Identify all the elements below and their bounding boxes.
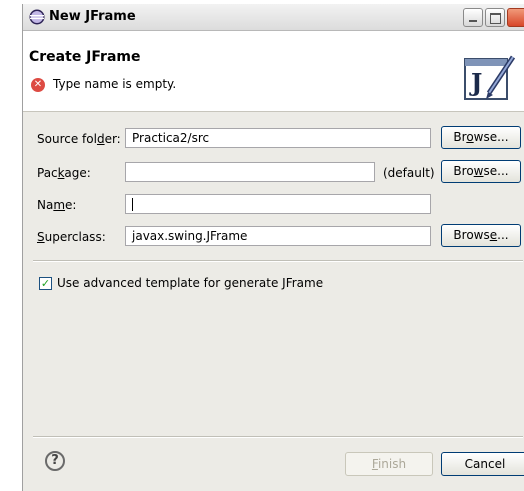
text-caret: [132, 198, 133, 211]
new-jframe-dialog: New JFrame Create JFrame ✕ Type name is …: [22, 4, 524, 491]
jframe-wizard-icon: J: [464, 55, 516, 100]
package-browse-button[interactable]: Browse...: [441, 160, 521, 183]
error-icon: ✕: [31, 78, 45, 92]
window-title: New JFrame: [49, 9, 136, 24]
cancel-button[interactable]: Cancel: [441, 452, 524, 476]
maximize-button[interactable]: [485, 8, 505, 27]
finish-button[interactable]: Finish: [345, 452, 433, 476]
package-field[interactable]: [125, 162, 375, 182]
minimize-button[interactable]: [463, 8, 483, 27]
source-folder-field[interactable]: Practica2/src: [125, 128, 431, 148]
wizard-banner: Create JFrame ✕ Type name is empty. J: [23, 31, 524, 112]
footer-separator: [33, 436, 523, 438]
page-title: Create JFrame: [29, 49, 141, 65]
superclass-field[interactable]: javax.swing.JFrame: [125, 226, 431, 246]
help-icon[interactable]: ?: [45, 451, 65, 471]
package-default-label: (default): [383, 166, 435, 180]
source-folder-label: Source folder:: [37, 132, 121, 146]
superclass-row: Superclass: javax.swing.JFrame Browse...: [23, 224, 524, 250]
separator: [33, 260, 523, 262]
package-row: Package: (default) Browse...: [23, 160, 524, 186]
eclipse-icon: [29, 9, 45, 25]
name-label: Name:: [37, 198, 77, 212]
advanced-template-checkbox[interactable]: ✓: [39, 277, 52, 290]
close-button[interactable]: [507, 8, 524, 27]
title-bar[interactable]: New JFrame: [23, 4, 524, 31]
name-field[interactable]: [125, 194, 431, 214]
superclass-label: Superclass:: [37, 230, 106, 244]
advanced-template-label: Use advanced template for generate JFram…: [57, 276, 324, 290]
error-message: Type name is empty.: [53, 77, 177, 91]
source-folder-browse-button[interactable]: Browse...: [441, 126, 521, 149]
superclass-browse-button[interactable]: Browse...: [441, 224, 521, 247]
package-label: Package:: [37, 166, 91, 180]
name-row: Name:: [23, 192, 524, 218]
source-folder-row: Source folder: Practica2/src Browse...: [23, 126, 524, 152]
svg-text:J: J: [469, 68, 482, 97]
